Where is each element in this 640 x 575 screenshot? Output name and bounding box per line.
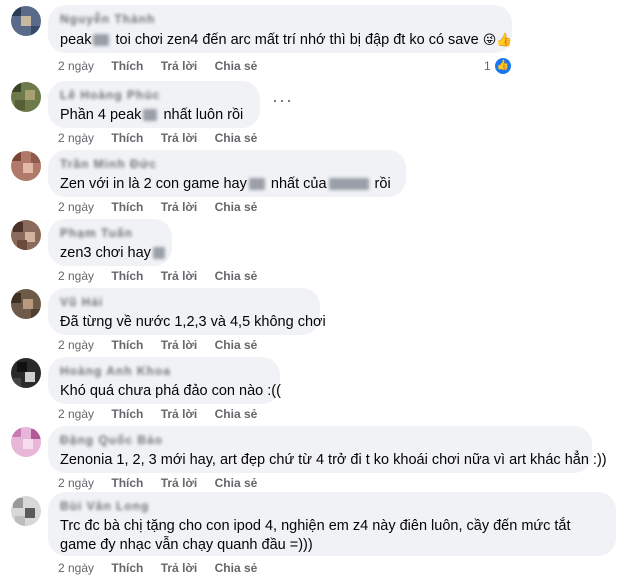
comment-text: Zen với in là 2 con game hay nhất của rồ… <box>60 176 391 192</box>
comment-author[interactable]: Đặng Quốc Bảo <box>60 433 580 447</box>
reply-button[interactable]: Trả lời <box>161 338 198 352</box>
avatar[interactable] <box>11 151 41 181</box>
comment-time[interactable]: 2 ngày <box>58 561 94 575</box>
more-options-icon[interactable]: ··· <box>272 90 293 111</box>
share-button[interactable]: Chia sẻ <box>215 131 258 145</box>
comment-text: peak toi chơi zen4 đến arc mất trí nhớ t… <box>60 32 513 48</box>
thumbs-up-icon: 👍 <box>493 57 512 75</box>
like-button[interactable]: Thích <box>111 269 143 283</box>
comment-text: Đã từng về nước 1,2,3 và 4,5 không chơi <box>60 314 326 330</box>
avatar[interactable] <box>11 496 41 526</box>
comment-time[interactable]: 2 ngày <box>58 269 94 283</box>
comment-author[interactable]: Nguyễn Thành <box>60 12 500 26</box>
comment-text: Zenonia 1, 2, 3 mới hay, art đẹp chứ từ … <box>60 452 607 468</box>
avatar[interactable] <box>11 6 41 36</box>
comment-time[interactable]: 2 ngày <box>58 476 94 490</box>
comment-actions: 2 ngày Thích Trả lời Chia sẻ <box>58 269 271 283</box>
comment-text: Khó quá chưa phá đảo con nào :(( <box>60 383 281 399</box>
share-button[interactable]: Chia sẻ <box>215 59 258 73</box>
comment-actions: 2 ngày Thích Trả lời Chia sẻ <box>58 561 271 575</box>
avatar[interactable] <box>11 289 41 319</box>
comment-bubble: Trần Minh Đức Zen với in là 2 con game h… <box>48 150 406 197</box>
share-button[interactable]: Chia sẻ <box>215 476 258 490</box>
like-button[interactable]: Thích <box>111 131 143 145</box>
like-button[interactable]: Thích <box>111 561 143 575</box>
comment-bubble: Vũ Hải Đã từng về nước 1,2,3 và 4,5 khôn… <box>48 288 326 335</box>
comment-time[interactable]: 2 ngày <box>58 338 94 352</box>
emoji: 😜👍 <box>482 32 513 47</box>
comment-time[interactable]: 2 ngày <box>58 59 94 73</box>
comment-bubble: Hoàng Anh Khoa Khó quá chưa phá đảo con … <box>48 357 281 404</box>
reply-button[interactable]: Trả lời <box>161 269 198 283</box>
comment-author[interactable]: Bùi Văn Long <box>60 499 604 513</box>
share-button[interactable]: Chia sẻ <box>215 269 258 283</box>
share-button[interactable]: Chia sẻ <box>215 338 258 352</box>
like-button[interactable]: Thích <box>111 476 143 490</box>
reply-button[interactable]: Trả lời <box>161 561 198 575</box>
comment-author[interactable]: Trần Minh Đức <box>60 157 394 171</box>
comment-text: Trc đc bà chị tặng cho con ipod 4, nghiệ… <box>60 518 571 553</box>
comment-author[interactable]: Phạm Tuấn <box>60 226 160 240</box>
share-button[interactable]: Chia sẻ <box>215 407 258 421</box>
share-button[interactable]: Chia sẻ <box>215 200 258 214</box>
comment-actions: 2 ngày Thích Trả lời Chia sẻ <box>58 59 271 73</box>
comment-actions: 2 ngày Thích Trả lời Chia sẻ <box>58 131 271 145</box>
comment-text: Phần 4 peak nhất luôn rồi <box>60 107 244 123</box>
share-button[interactable]: Chia sẻ <box>215 561 258 575</box>
comment-actions: 2 ngày Thích Trả lời Chia sẻ <box>58 476 271 490</box>
reply-button[interactable]: Trả lời <box>161 476 198 490</box>
comment-author[interactable]: Lê Hoàng Phúc <box>60 88 248 102</box>
comment-time[interactable]: 2 ngày <box>58 131 94 145</box>
comment-actions: 2 ngày Thích Trả lời Chia sẻ <box>58 407 271 421</box>
avatar[interactable] <box>11 220 41 250</box>
reply-button[interactable]: Trả lời <box>161 407 198 421</box>
reaction-summary[interactable]: 1 👍 <box>484 57 512 75</box>
comment-time[interactable]: 2 ngày <box>58 407 94 421</box>
comment-bubble: Nguyễn Thành peak toi chơi zen4 đến arc … <box>48 5 512 53</box>
comment-bubble: Đặng Quốc Bảo Zenonia 1, 2, 3 mới hay, a… <box>48 426 607 473</box>
avatar[interactable] <box>11 358 41 388</box>
reply-button[interactable]: Trả lời <box>161 200 198 214</box>
avatar[interactable] <box>11 427 41 457</box>
reply-button[interactable]: Trả lời <box>161 131 198 145</box>
comment-author[interactable]: Hoàng Anh Khoa <box>60 364 268 378</box>
comment-actions: 2 ngày Thích Trả lời Chia sẻ <box>58 338 271 352</box>
comment-time[interactable]: 2 ngày <box>58 200 94 214</box>
reply-button[interactable]: Trả lời <box>161 59 198 73</box>
like-button[interactable]: Thích <box>111 59 143 73</box>
comment-actions: 2 ngày Thích Trả lời Chia sẻ <box>58 200 271 214</box>
like-button[interactable]: Thích <box>111 338 143 352</box>
comment-bubble: Phạm Tuấn zen3 chơi hay <box>48 219 172 266</box>
avatar[interactable] <box>11 82 41 112</box>
comment-bubble: Lê Hoàng Phúc Phần 4 peak nhất luôn rồi <box>48 81 260 128</box>
comment-author[interactable]: Vũ Hải <box>60 295 308 309</box>
like-button[interactable]: Thích <box>111 407 143 421</box>
like-button[interactable]: Thích <box>111 200 143 214</box>
comment-bubble: Bùi Văn Long Trc đc bà chị tặng cho con … <box>48 492 616 556</box>
comment-text: zen3 chơi hay <box>60 244 165 263</box>
